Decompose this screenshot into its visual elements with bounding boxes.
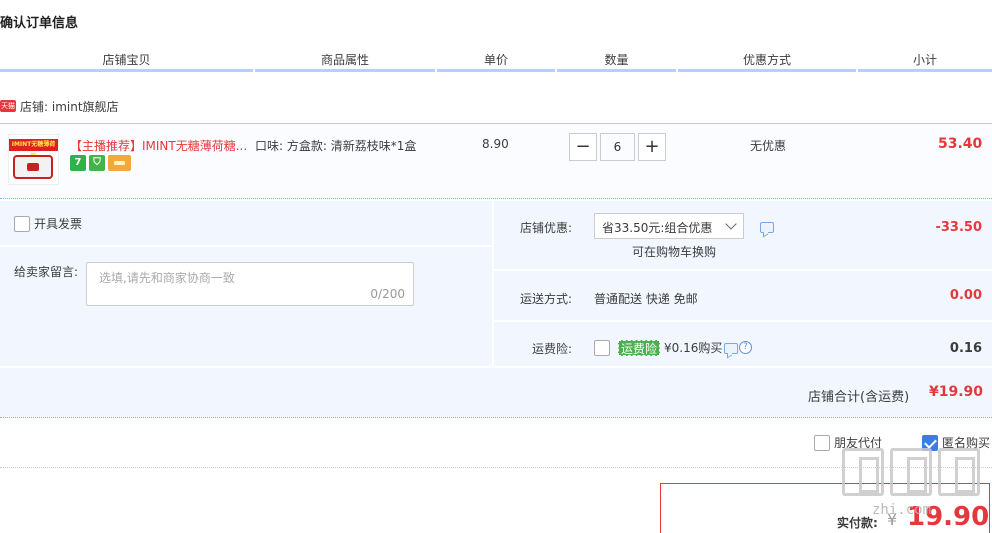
shop-discount-select[interactable]: 省33.50元:组合优惠	[594, 213, 744, 239]
right-options-panel: 店铺优惠: 省33.50元:组合优惠 可在购物车换购 -33.50 运送方式: …	[494, 201, 992, 366]
shop-discount-label: 店铺优惠:	[519, 221, 572, 235]
watermark-text: zhi.com	[872, 502, 932, 518]
column-quantity: 数量	[557, 50, 676, 72]
watermark-glyph	[842, 448, 884, 496]
divider	[494, 320, 992, 322]
item-subtotal: 53.40	[938, 136, 983, 152]
column-subtotal: 小计	[858, 50, 992, 72]
shop-discount-selected: 省33.50元:组合优惠	[602, 221, 713, 235]
shield-icon[interactable]: ⛉	[89, 155, 105, 171]
shipping-label: 运送方式:	[519, 292, 572, 306]
seller-message-placeholder: 选填,请先和商家协商一致	[99, 271, 235, 285]
unit-price: 8.90	[482, 137, 509, 151]
order-options: 开具发票 给卖家留言: 选填,请先和商家协商一致 0/200 店铺优惠: 省33…	[0, 201, 992, 366]
column-discount: 优惠方式	[678, 50, 856, 72]
seller-message-input[interactable]: 选填,请先和商家协商一致 0/200	[86, 262, 414, 306]
divider	[0, 245, 492, 247]
page-title: 确认订单信息	[0, 16, 79, 31]
increase-quantity-button[interactable]: +	[638, 133, 666, 161]
message-icon[interactable]	[724, 343, 738, 354]
quantity-stepper: − 6 +	[569, 133, 666, 161]
insurance-checkbox[interactable]	[594, 339, 610, 356]
shop-row: 天猫 店铺: imint旗舰店	[0, 96, 119, 116]
decrease-quantity-button[interactable]: −	[569, 133, 597, 161]
card-icon[interactable]	[108, 155, 131, 171]
invoice-label: 开具发票	[34, 217, 83, 231]
column-attributes: 商品属性	[255, 50, 435, 72]
promo-icons: 7 ⛉	[70, 155, 131, 171]
shop-discount-hint: 可在购物车换购	[632, 245, 717, 259]
char-counter: 0/200	[370, 287, 405, 301]
shop-discount-value: -33.50	[935, 220, 982, 235]
quantity-input[interactable]: 6	[600, 133, 635, 161]
insurance-tag: 运费险	[618, 339, 661, 356]
watermark-glyph	[890, 448, 932, 496]
divider	[494, 269, 992, 271]
shipping-value: 0.00	[949, 288, 982, 303]
invoice-checkbox[interactable]	[14, 215, 30, 232]
seller-message-label: 给卖家留言:	[14, 265, 79, 279]
left-options-panel: 开具发票 给卖家留言: 选填,请先和商家协商一致 0/200	[0, 201, 492, 366]
insurance-label: 运费险:	[531, 342, 572, 356]
thumbnail-banner: IMINT无糖薄荷糖	[9, 139, 58, 160]
help-icon[interactable]: ?	[739, 341, 752, 354]
product-thumbnail[interactable]: IMINT无糖薄荷糖	[8, 134, 59, 185]
insurance-value: 0.16	[949, 341, 982, 356]
order-item-row: IMINT无糖薄荷糖 【主播推荐】IMINT无糖薄荷糖... 7 ⛉ 口味: 方…	[0, 123, 992, 199]
chevron-down-icon	[725, 218, 737, 230]
column-shop-item: 店铺宝贝	[0, 50, 253, 72]
column-unit-price: 单价	[437, 50, 555, 72]
shop-total-label: 店铺合计(含运费)	[808, 390, 910, 405]
friend-pay-checkbox[interactable]	[814, 434, 830, 451]
shop-name[interactable]: 店铺: imint旗舰店	[20, 98, 119, 115]
shop-total-row: 店铺合计(含运费) ¥19.90	[0, 366, 992, 418]
site-watermark: zhi.com	[842, 448, 982, 518]
mint-tin-image	[13, 155, 53, 179]
column-header: 店铺宝贝 商品属性 单价 数量 优惠方式 小计	[0, 50, 992, 72]
seven-day-return-icon[interactable]: 7	[70, 155, 86, 171]
insurance-price: ¥0.16购买	[664, 341, 723, 355]
product-attribute: 口味: 方盒款: 清新荔枝味*1盒	[255, 139, 417, 153]
product-title-link[interactable]: 【主播推荐】IMINT无糖薄荷糖...	[70, 137, 252, 154]
tmall-icon: 天猫	[0, 100, 16, 112]
item-discount: 无优惠	[750, 139, 787, 153]
invoice-option[interactable]: 开具发票	[14, 215, 82, 232]
shop-total-value: ¥19.90	[929, 384, 984, 400]
watermark-glyph	[938, 448, 980, 496]
message-icon[interactable]	[760, 222, 774, 233]
shipping-method: 普通配送 快递 免邮	[594, 292, 698, 306]
insurance-option[interactable]: 运费险 ¥0.16购买	[594, 339, 722, 356]
